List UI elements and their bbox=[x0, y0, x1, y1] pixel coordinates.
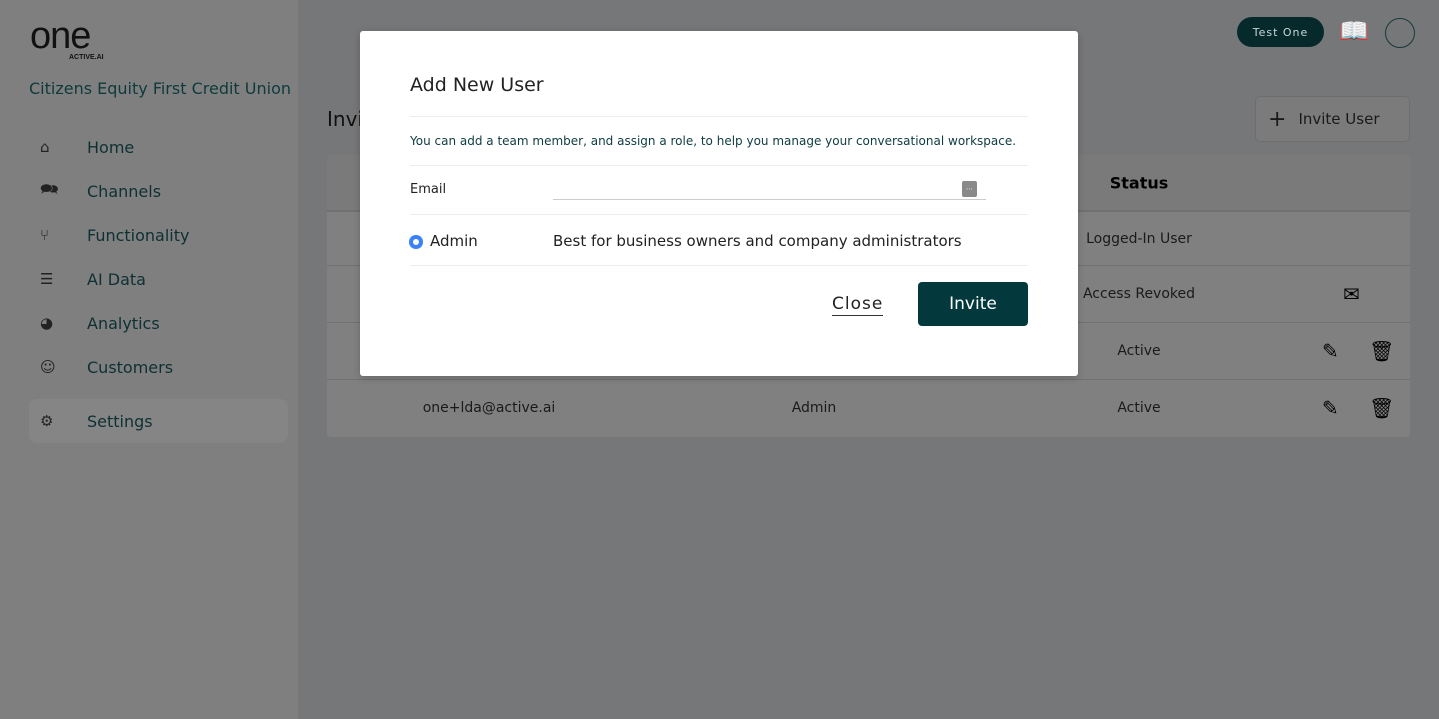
sidebar-item-channels[interactable]: 🗪 Channels bbox=[29, 169, 288, 213]
email-label: Email bbox=[410, 182, 447, 197]
sidebar-item-home[interactable]: ⌂ Home bbox=[29, 125, 288, 169]
modal-description: You can add a team member, and assign a … bbox=[410, 134, 1017, 148]
invite-user-button[interactable]: + Invite User bbox=[1255, 96, 1410, 142]
table-row: one+lda@active.ai Admin Active ✎ 🗑 bbox=[422, 396, 1395, 420]
divider bbox=[410, 265, 1028, 266]
mail-icon[interactable]: ✉ bbox=[1343, 282, 1360, 306]
sidebar-item-ai-data[interactable]: ☰ AI Data bbox=[29, 257, 288, 301]
sidebar-item-settings[interactable]: ⚙ Settings bbox=[29, 399, 288, 443]
sidebar: one ACTIVE.AI Citizens Equity First Credi… bbox=[0, 0, 298, 719]
edit-icon[interactable]: ✎ bbox=[1322, 339, 1339, 363]
gear-icon: ⚙ bbox=[40, 412, 54, 430]
home-icon: ⌂ bbox=[40, 138, 50, 156]
sidebar-item-analytics[interactable]: ◕ Analytics bbox=[29, 301, 288, 345]
admin-radio[interactable] bbox=[409, 235, 423, 249]
trash-icon[interactable]: 🗑 bbox=[1369, 339, 1394, 363]
add-user-modal: Add New User You can add a team member, … bbox=[360, 31, 1078, 376]
avatar[interactable] bbox=[1385, 18, 1415, 48]
divider bbox=[410, 116, 1028, 117]
role-description: Best for business owners and company adm… bbox=[553, 232, 962, 250]
page-title: Invi bbox=[327, 107, 363, 131]
sidebar-item-functionality[interactable]: ⑂ Functionality bbox=[29, 213, 288, 257]
pie-chart-icon: ◕ bbox=[40, 314, 54, 332]
chat-icon: 🗪 bbox=[40, 179, 59, 198]
plus-icon: + bbox=[1268, 106, 1287, 132]
email-field[interactable] bbox=[553, 177, 986, 200]
sidebar-nav: ⌂ Home 🗪 Channels ⑂ Functionality ☰ AI Data … bbox=[29, 125, 288, 443]
smiley-icon: ☺ bbox=[40, 358, 56, 376]
edit-icon[interactable]: ✎ bbox=[1322, 396, 1339, 420]
trash-icon[interactable]: 🗑 bbox=[1369, 396, 1394, 420]
flow-icon: ⑂ bbox=[40, 226, 50, 244]
org-name: Citizens Equity First Credit Union bbox=[29, 79, 292, 98]
book-icon[interactable]: 📖 bbox=[1339, 17, 1369, 45]
close-button[interactable]: Close bbox=[832, 294, 884, 316]
role-label: Admin bbox=[430, 232, 478, 250]
keyboard-autofill-icon[interactable]: ⋯ bbox=[962, 181, 977, 197]
logo: one ACTIVE.AI bbox=[30, 15, 104, 61]
database-icon: ☰ bbox=[40, 270, 54, 288]
divider bbox=[410, 165, 1028, 166]
modal-title: Add New User bbox=[410, 74, 544, 96]
divider bbox=[410, 214, 1028, 215]
invite-button[interactable]: Invite bbox=[918, 282, 1028, 326]
user-badge[interactable]: Test One bbox=[1237, 17, 1324, 47]
sidebar-item-customers[interactable]: ☺ Customers bbox=[29, 345, 288, 389]
